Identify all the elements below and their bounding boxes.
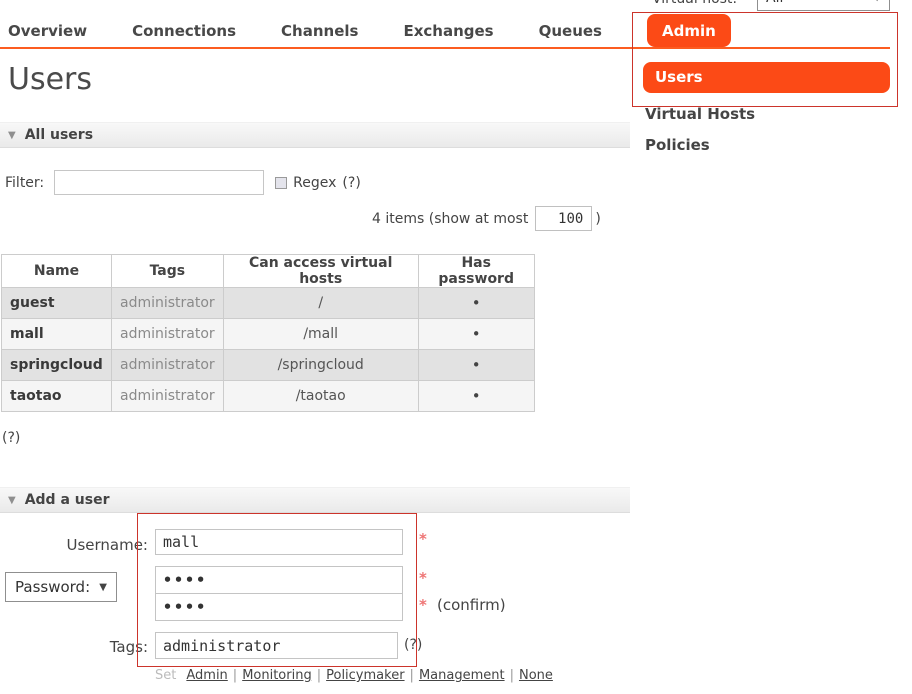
sidebar-item-users[interactable]: Users xyxy=(643,62,890,93)
set-tag-link-policymaker[interactable]: Policymaker xyxy=(326,668,404,683)
sidebar-item-virtual-hosts[interactable]: Virtual Hosts xyxy=(643,105,890,123)
tag-link-separator: | xyxy=(510,668,514,683)
tab-connections[interactable]: Connections xyxy=(132,14,236,47)
table-row-springcloud: springcloudadministrator/springcloud• xyxy=(2,350,535,381)
column-header-can-access-virtual-hosts: Can access virtual hosts xyxy=(223,255,418,288)
password-type-select[interactable]: Password: ▼ xyxy=(5,572,117,602)
items-count-suffix: ) xyxy=(595,211,600,227)
table-row-guest: guestadministrator/• xyxy=(2,288,535,319)
virtual-host-label: Virtual host: xyxy=(652,0,737,7)
user-name-link[interactable]: guest xyxy=(2,288,112,319)
user-tags: administrator xyxy=(112,350,224,381)
user-tags: administrator xyxy=(112,319,224,350)
regex-help-link[interactable]: (?) xyxy=(342,175,360,191)
nav-underline xyxy=(0,47,890,49)
tab-exchanges[interactable]: Exchanges xyxy=(403,14,493,47)
set-tag-link-none[interactable]: None xyxy=(519,668,553,683)
collapse-triangle-icon: ▼ xyxy=(8,495,16,506)
chevron-down-icon: ▼ xyxy=(873,0,881,3)
user-has-password-dot: • xyxy=(418,288,534,319)
chevron-down-icon: ▼ xyxy=(99,582,107,593)
collapse-triangle-icon: ▼ xyxy=(8,130,16,141)
user-has-password-dot: • xyxy=(418,381,534,412)
section-title-add-a-user: Add a user xyxy=(25,492,110,508)
items-count-text: 4 items (show at most xyxy=(372,211,528,227)
tags-label: Tags: xyxy=(55,638,148,656)
password-required-marker: * xyxy=(419,569,427,587)
tag-link-separator: | xyxy=(410,668,414,683)
set-label: Set xyxy=(155,668,176,683)
items-count-row: 4 items (show at most ) xyxy=(372,206,601,231)
table-row-taotao: taotaoadministrator/taotao• xyxy=(2,381,535,412)
set-tag-link-monitoring[interactable]: Monitoring xyxy=(242,668,312,683)
user-vhosts: /mall xyxy=(223,319,418,350)
user-name-link[interactable]: taotao xyxy=(2,381,112,412)
column-header-has-password: Has password xyxy=(418,255,534,288)
filter-label: Filter: xyxy=(5,175,44,191)
user-has-password-dot: • xyxy=(418,319,534,350)
filter-row: Filter: Regex (?) xyxy=(5,170,361,195)
user-name-link[interactable]: mall xyxy=(2,319,112,350)
set-tag-link-management[interactable]: Management xyxy=(419,668,505,683)
main-nav: Overview Connections Channels Exchanges Queu… xyxy=(0,14,731,47)
set-tag-link-admin[interactable]: Admin xyxy=(186,668,227,683)
section-header-add-a-user[interactable]: ▼ Add a user xyxy=(0,487,630,513)
regex-checkbox[interactable] xyxy=(275,177,287,189)
column-header-tags: Tags xyxy=(112,255,224,288)
tags-input[interactable] xyxy=(155,632,398,659)
password-select-label: Password: xyxy=(15,578,90,596)
users-table-help-link[interactable]: (?) xyxy=(2,430,20,446)
user-vhosts: / xyxy=(223,288,418,319)
show-at-most-input[interactable] xyxy=(535,206,592,231)
tab-channels[interactable]: Channels xyxy=(281,14,358,47)
column-header-name: Name xyxy=(2,255,112,288)
password-confirm-input[interactable] xyxy=(155,593,403,621)
user-vhosts: /taotao xyxy=(223,381,418,412)
page-title: Users xyxy=(8,62,92,97)
user-has-password-dot: • xyxy=(418,350,534,381)
confirm-label: (confirm) xyxy=(437,596,506,614)
section-title-all-users: All users xyxy=(25,127,93,143)
tags-help-link[interactable]: (?) xyxy=(404,637,422,653)
tag-link-separator: | xyxy=(233,668,237,683)
user-tags: administrator xyxy=(112,381,224,412)
sidebar: Users Virtual Hosts Policies xyxy=(643,62,890,167)
users-table: NameTagsCan access virtual hostsHas pass… xyxy=(1,254,535,412)
username-required-marker: * xyxy=(419,530,427,548)
tab-admin[interactable]: Admin xyxy=(647,14,731,47)
tab-overview[interactable]: Overview xyxy=(8,14,87,47)
section-header-all-users[interactable]: ▼ All users xyxy=(0,122,630,148)
sidebar-item-policies[interactable]: Policies xyxy=(643,136,890,154)
table-row-mall: malladministrator/mall• xyxy=(2,319,535,350)
table-header-row: NameTagsCan access virtual hostsHas pass… xyxy=(2,255,535,288)
user-name-link[interactable]: springcloud xyxy=(2,350,112,381)
password-confirm-required-marker: * xyxy=(419,596,427,614)
virtual-host-select[interactable]: All ▼ xyxy=(757,0,890,11)
tag-link-separator: | xyxy=(317,668,321,683)
regex-label: Regex xyxy=(293,175,336,191)
username-input[interactable] xyxy=(155,529,403,555)
virtual-host-value: All xyxy=(766,0,783,6)
username-label: Username: xyxy=(55,536,148,554)
set-tags-row: Set Admin | Monitoring | Policymaker | Manageme… xyxy=(155,668,553,683)
password-input[interactable] xyxy=(155,566,403,594)
tab-queues[interactable]: Queues xyxy=(539,14,602,47)
filter-input[interactable] xyxy=(54,170,264,195)
user-vhosts: /springcloud xyxy=(223,350,418,381)
user-tags: administrator xyxy=(112,288,224,319)
